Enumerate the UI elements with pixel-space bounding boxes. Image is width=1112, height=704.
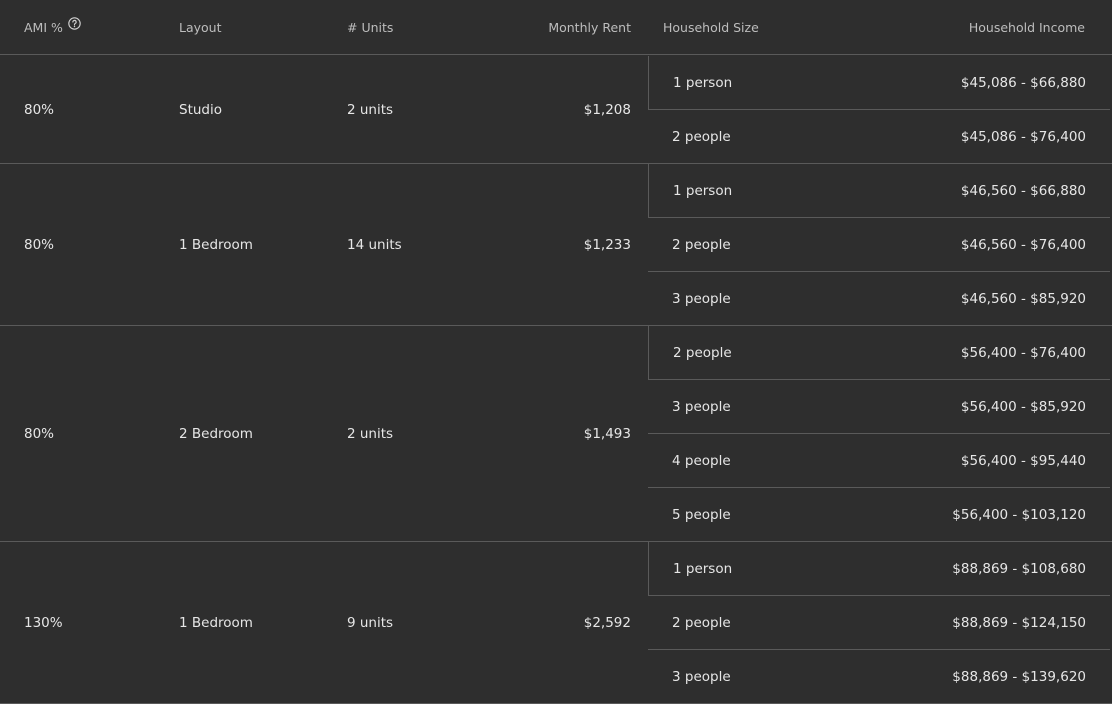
income-table: AMI % Layout # Units Monthly Rent Househ… [0,0,1112,704]
cell-layout: 1 Bedroom [179,615,253,631]
cell-ami: 80% [24,237,55,253]
cell-layout: 1 Bedroom [179,237,253,253]
cell-household-income: $46,560 - $76,400 [960,237,1086,253]
cell-household-size: 4 people [672,453,731,469]
cell-household-income: $88,869 - $108,680 [952,561,1086,577]
header-household-size: Household Size [663,20,759,35]
cell-monthly-rent: $2,592 [583,615,631,631]
cell-household-size: 2 people [672,129,731,145]
household-row: 2 people $56,400 - $76,400 [648,326,1110,380]
cell-ami: 130% [24,615,63,631]
cell-units: 14 units [347,237,402,253]
cell-layout: 2 Bedroom [179,426,253,442]
cell-household-income: $56,400 - $103,120 [952,507,1086,523]
cell-household-size: 1 person [673,183,733,199]
household-row: 1 person $45,086 - $66,880 [648,56,1110,110]
table-row-group: 80% 2 Bedroom 2 units $1,493 2 people $56,400… [0,326,1112,542]
cell-household-size: 2 people [672,237,731,253]
cell-monthly-rent: $1,208 [583,102,631,118]
cell-household-size: 3 people [672,669,731,685]
cell-household-income: $88,869 - $139,620 [952,669,1086,685]
cell-household-income: $46,560 - $66,880 [960,183,1086,199]
header-units: # Units [347,20,394,35]
household-row: 3 people $46,560 - $85,920 [648,272,1110,326]
cell-household-income: $88,869 - $124,150 [952,615,1086,631]
household-row: 2 people $45,086 - $76,400 [648,110,1110,164]
cell-household-income: $45,086 - $76,400 [960,129,1086,145]
table-row-group: 80% Studio 2 units $1,208 1 person $45,086 - … [0,56,1112,164]
cell-monthly-rent: $1,493 [583,426,631,442]
household-row: 5 people $56,400 - $103,120 [648,488,1110,542]
table-row-group: 130% 1 Bedroom 9 units $2,592 1 person $88,86… [0,542,1112,704]
household-row: 3 people $56,400 - $85,920 [648,380,1110,434]
header-household-income: Household Income [968,20,1085,35]
cell-household-size: 2 people [672,615,731,631]
cell-ami: 80% [24,102,55,118]
question-circle-icon[interactable] [68,17,81,30]
cell-monthly-rent: $1,233 [583,237,631,253]
cell-household-income: $46,560 - $85,920 [960,291,1086,307]
household-row: 3 people $88,869 - $139,620 [648,650,1110,704]
cell-units: 2 units [347,102,394,118]
cell-layout: Studio [179,102,222,118]
cell-household-income: $56,400 - $85,920 [960,399,1086,415]
header-ami: AMI % [24,17,81,35]
household-row: 1 person $46,560 - $66,880 [648,164,1110,218]
household-row: 4 people $56,400 - $95,440 [648,434,1110,488]
household-row: 1 person $88,869 - $108,680 [648,542,1110,596]
header-layout: Layout [179,20,222,35]
header-rent: Monthly Rent [548,20,631,35]
table-row-group: 80% 1 Bedroom 14 units $1,233 1 person $46,56… [0,164,1112,326]
cell-units: 9 units [347,615,394,631]
cell-household-size: 5 people [672,507,731,523]
cell-household-size: 1 person [673,561,733,577]
cell-household-income: $56,400 - $95,440 [960,453,1086,469]
cell-household-income: $56,400 - $76,400 [960,345,1086,361]
cell-household-income: $45,086 - $66,880 [960,75,1086,91]
cell-household-size: 1 person [673,75,733,91]
household-row: 2 people $88,869 - $124,150 [648,596,1110,650]
cell-ami: 80% [24,426,55,442]
cell-household-size: 3 people [672,399,731,415]
household-row: 2 people $46,560 - $76,400 [648,218,1110,272]
cell-household-size: 3 people [672,291,731,307]
cell-units: 2 units [347,426,394,442]
cell-household-size: 2 people [673,345,732,361]
table-header: AMI % Layout # Units Monthly Rent Househ… [0,0,1112,55]
header-ami-label: AMI % [24,20,63,35]
